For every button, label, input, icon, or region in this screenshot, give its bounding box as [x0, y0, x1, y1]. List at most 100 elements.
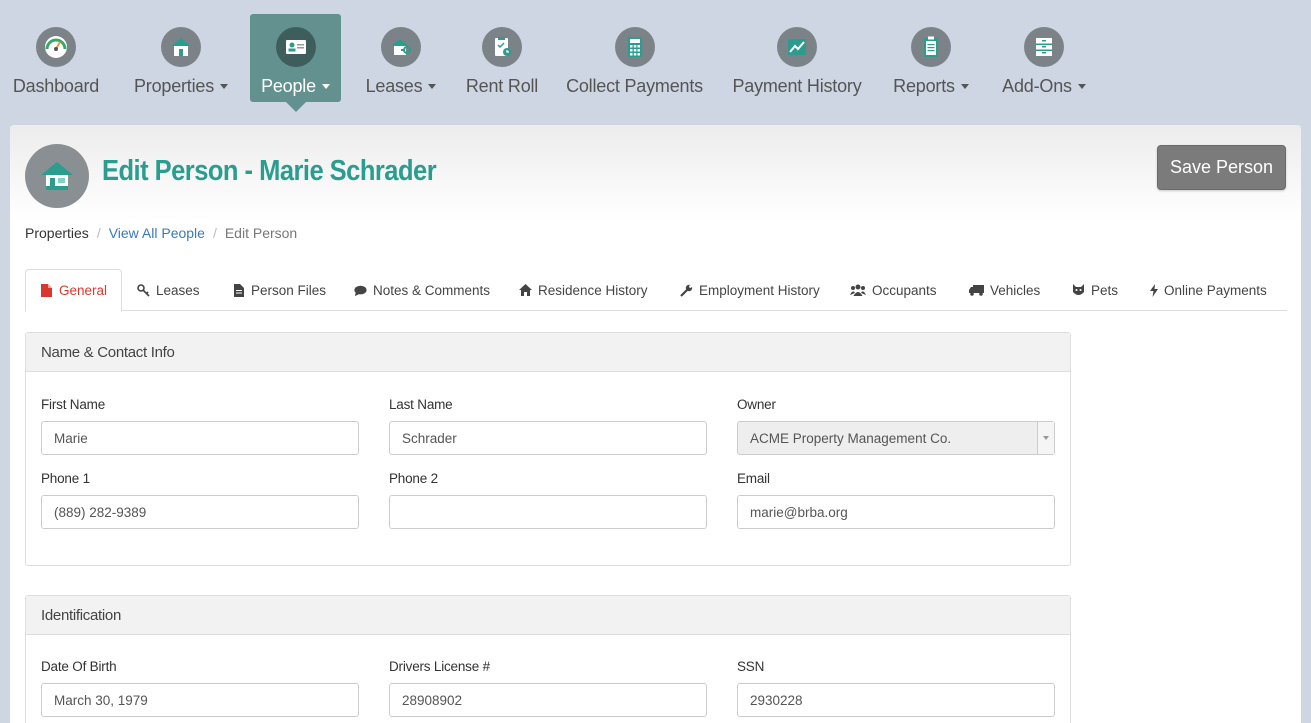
tab-vehicles[interactable]: Vehicles — [969, 269, 1040, 311]
contact-info-header: Name & Contact Info — [26, 333, 1070, 372]
nav-dashboard[interactable]: Dashboard — [7, 14, 105, 102]
nav-add-ons[interactable]: Add-Ons — [998, 14, 1090, 102]
line-chart-icon — [777, 27, 817, 67]
tab-online-payments-label: Online Payments — [1164, 282, 1267, 298]
bolt-icon — [1149, 283, 1158, 297]
ssn-label: SSN — [737, 659, 765, 674]
contact-info-title: Name & Contact Info — [41, 343, 175, 361]
tab-employment-history[interactable]: Employment History — [680, 269, 820, 311]
first-name-input[interactable]: Marie — [41, 421, 359, 455]
tab-notes-comments-label: Notes & Comments — [373, 282, 491, 298]
users-icon — [850, 284, 866, 297]
page-header: Edit Person - Marie Schrader Save Person — [10, 125, 1301, 220]
chevron-down-icon — [960, 83, 969, 89]
dob-input[interactable]: March 30, 1979 — [41, 683, 359, 717]
drivers-license-label: Drivers License # — [389, 659, 490, 674]
owner-select[interactable]: ACME Property Management Co. — [737, 421, 1055, 455]
tab-notes-comments[interactable]: Notes & Comments — [354, 269, 490, 311]
house-icon — [25, 144, 89, 208]
phone2-field: Phone 2 — [389, 471, 707, 529]
last-name-field: Last Name Schrader — [389, 397, 707, 455]
tab-occupants-label: Occupants — [872, 282, 937, 298]
tab-vehicles-label: Vehicles — [990, 282, 1041, 298]
save-person-button[interactable]: Save Person — [1157, 145, 1286, 190]
first-name-label: First Name — [41, 397, 106, 412]
ssn-input[interactable]: 2930228 — [737, 683, 1055, 717]
owner-label: Owner — [737, 397, 776, 412]
cabinet-icon — [1024, 27, 1064, 67]
nav-people-label: People — [261, 76, 316, 96]
tab-general[interactable]: General — [25, 269, 123, 312]
nav-collect-payments-label: Collect Payments — [566, 76, 703, 96]
nav-rent-roll-label: Rent Roll — [465, 76, 539, 96]
owner-field: Owner ACME Property Management Co. — [737, 397, 1055, 455]
tab-employment-history-label: Employment History — [699, 282, 820, 298]
truck-icon — [969, 284, 984, 297]
nav-payment-history[interactable]: Payment History — [729, 14, 865, 102]
nav-reports-label: Reports — [893, 76, 955, 96]
last-name-label: Last Name — [389, 397, 453, 412]
tab-leases[interactable]: Leases — [137, 269, 200, 311]
wrench-icon — [680, 284, 693, 297]
email-label: Email — [737, 471, 770, 486]
phone1-field: Phone 1 (889) 282-9389 — [41, 471, 359, 529]
phone1-label: Phone 1 — [41, 471, 90, 486]
nav-reports[interactable]: Reports — [889, 14, 973, 102]
house-key-icon — [381, 27, 421, 67]
clipboard-icon — [911, 27, 951, 67]
email-field: Email marie@brba.org — [737, 471, 1055, 529]
nav-collect-payments[interactable]: Collect Payments — [564, 14, 705, 102]
tab-residence-history-label: Residence History — [538, 282, 648, 298]
nav-payment-history-label: Payment History — [732, 76, 862, 96]
tab-bar: General Leases Person Files Notes & Comm… — [25, 269, 1287, 312]
tab-online-payments[interactable]: Online Payments — [1149, 269, 1267, 311]
breadcrumb-properties[interactable]: Properties — [25, 225, 89, 241]
drivers-license-field: Drivers License # 28908902 — [389, 659, 707, 717]
phone1-input[interactable]: (889) 282-9389 — [41, 495, 359, 529]
email-input[interactable]: marie@brba.org — [737, 495, 1055, 529]
ssn-field: SSN 2930228 — [737, 659, 1055, 717]
drivers-license-input[interactable]: 28908902 — [389, 683, 707, 717]
nav-rent-roll[interactable]: Rent Roll — [463, 14, 541, 102]
calculator-icon — [614, 27, 655, 67]
last-name-input[interactable]: Schrader — [389, 421, 707, 455]
nav-leases-label: Leases — [365, 76, 423, 96]
main-navigation: Dashboard Properties People Leases Rent … — [0, 0, 1311, 115]
dob-field: Date Of Birth March 30, 1979 — [41, 659, 359, 717]
chevron-down-icon — [428, 83, 437, 89]
nav-properties[interactable]: Properties — [129, 14, 233, 102]
breadcrumb-edit-person: Edit Person — [224, 225, 298, 241]
house-icon — [161, 27, 201, 67]
dob-label: Date Of Birth — [41, 659, 117, 674]
tab-pets-label: Pets — [1091, 282, 1119, 298]
nav-properties-label: Properties — [133, 76, 215, 96]
chevron-down-icon — [1077, 83, 1086, 89]
clipboard-clock-icon — [482, 27, 522, 67]
tab-person-files-label: Person Files — [251, 282, 327, 298]
tab-general-label: General — [59, 283, 108, 298]
breadcrumb-view-all-people[interactable]: View All People — [109, 225, 205, 241]
tab-leases-label: Leases — [156, 282, 200, 298]
breadcrumb-separator: / — [212, 225, 217, 241]
identification-section: Identification Date Of Birth March 30, 1… — [25, 595, 1071, 723]
tab-person-files[interactable]: Person Files — [232, 269, 326, 311]
chevron-down-icon[interactable] — [1037, 422, 1054, 454]
person-card-icon — [275, 27, 316, 67]
gauge-icon — [36, 27, 76, 67]
document-icon — [232, 283, 245, 297]
nav-people[interactable]: People — [250, 14, 341, 112]
key-icon — [137, 283, 150, 297]
chevron-down-icon — [220, 83, 229, 89]
nav-add-ons-label: Add-Ons — [1002, 76, 1072, 96]
identification-title: Identification — [41, 606, 122, 624]
file-icon — [40, 284, 53, 297]
comment-icon — [354, 284, 367, 297]
nav-leases[interactable]: Leases — [364, 14, 438, 102]
tab-pets[interactable]: Pets — [1072, 269, 1118, 311]
tab-residence-history[interactable]: Residence History — [519, 269, 648, 311]
phone2-input[interactable] — [389, 495, 707, 529]
tab-occupants[interactable]: Occupants — [850, 269, 937, 311]
pet-icon — [1072, 284, 1085, 297]
breadcrumb-separator: / — [96, 225, 101, 241]
nav-dashboard-label: Dashboard — [12, 76, 100, 96]
